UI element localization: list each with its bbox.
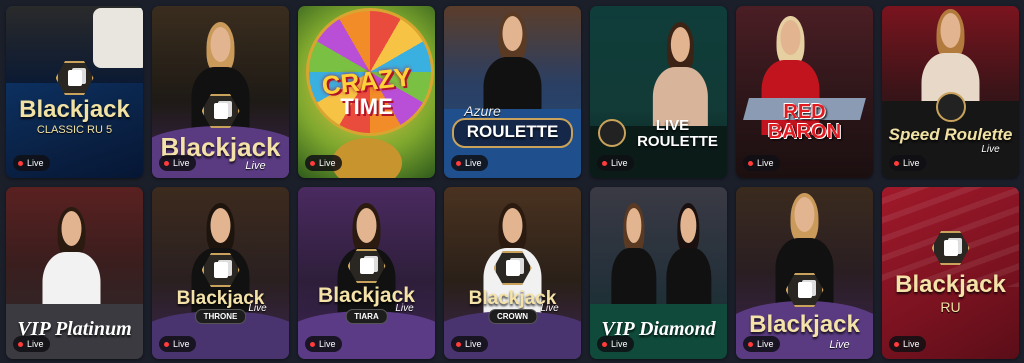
live-badge: Live <box>597 155 634 171</box>
game-title: RED <box>783 101 826 123</box>
tile-artwork <box>444 6 581 178</box>
game-tile-blackjack-live-2[interactable]: Blackjack Live Live <box>736 187 873 359</box>
game-tile-live-roulette[interactable]: LIVE ROULETTE Live <box>590 6 727 178</box>
game-tile-blackjack-crown[interactable]: Blackjack Live CROWN Live <box>444 187 581 359</box>
live-dot-icon <box>18 160 23 166</box>
game-title: Speed Roulette <box>888 125 1013 144</box>
live-badge: Live <box>159 336 196 352</box>
game-title: Blackjack <box>895 271 1006 298</box>
game-tile-blackjack-throne[interactable]: Blackjack Live THRONE Live <box>152 187 289 359</box>
live-badge: Live <box>451 336 488 352</box>
game-subtitle: Live <box>245 160 266 172</box>
game-tile-crazy-time[interactable]: CRAZY TIME Live <box>298 6 435 178</box>
live-badge: Live <box>889 336 926 352</box>
game-subtitle: BARON <box>767 121 842 143</box>
live-badge: Live <box>743 155 780 171</box>
live-dot-icon <box>748 341 753 347</box>
live-dot-icon <box>894 160 899 166</box>
game-subtitle: TIME <box>340 94 393 119</box>
game-tile-speed-roulette[interactable]: Speed Roulette Live Live <box>882 6 1019 178</box>
live-badge: Live <box>305 336 342 352</box>
live-dot-icon <box>164 160 169 166</box>
live-badge: Live <box>889 155 926 171</box>
live-dot-icon <box>748 160 753 166</box>
dealer-image <box>40 206 103 327</box>
live-dot-icon <box>602 341 607 347</box>
live-badge: Live <box>13 336 50 352</box>
game-subtitle: Azure <box>464 103 501 119</box>
game-tile-vip-platinum[interactable]: VIP Platinum Live <box>6 187 143 359</box>
game-grid: Blackjack CLASSIC RU 5 Live Blackjack Li… <box>6 6 1019 359</box>
live-badge: Live <box>13 155 50 171</box>
game-subtitle: RU <box>940 299 961 315</box>
game-subtitle: CLASSIC RU 5 <box>36 124 113 136</box>
live-badge: Live <box>743 336 780 352</box>
game-tile-blackjack-tiara[interactable]: Blackjack Live TIARA Live <box>298 187 435 359</box>
game-tile-blackjack-classic-ru-5[interactable]: Blackjack CLASSIC RU 5 Live <box>6 6 143 178</box>
game-title: Blackjack <box>749 311 860 338</box>
game-tile-red-baron[interactable]: RED BARON Live <box>736 6 873 178</box>
live-badge: Live <box>451 155 488 171</box>
game-tile-blackjack-ru[interactable]: Blackjack RU Live <box>882 187 1019 359</box>
game-subtitle: Live <box>829 339 850 351</box>
live-dot-icon <box>894 341 899 347</box>
table-name-badge: THRONE <box>194 309 247 324</box>
game-title: ROULETTE <box>466 122 559 141</box>
live-dot-icon <box>456 341 461 347</box>
table-name-badge: CROWN <box>487 309 538 324</box>
live-dot-icon <box>456 160 461 166</box>
roulette-wheel-icon <box>935 92 966 122</box>
dealer-image <box>609 203 658 323</box>
tile-artwork <box>590 6 727 178</box>
live-dot-icon <box>310 341 315 347</box>
game-title: LIVE <box>655 117 690 134</box>
game-tile-vip-diamond[interactable]: VIP Diamond Live <box>590 187 727 359</box>
live-dot-icon <box>602 160 607 166</box>
dealer-image <box>664 203 713 323</box>
game-title: Blackjack <box>19 96 130 123</box>
live-badge: Live <box>597 336 634 352</box>
live-dot-icon <box>310 160 315 166</box>
tile-artwork <box>736 6 873 178</box>
game-subtitle: ROULETTE <box>637 133 718 150</box>
game-tile-blackjack-live[interactable]: Blackjack Live Live <box>152 6 289 178</box>
live-badge: Live <box>159 155 196 171</box>
table-name-badge: TIARA <box>345 309 388 324</box>
game-subtitle: Live <box>981 144 1000 155</box>
live-dot-icon <box>18 341 23 347</box>
live-badge: Live <box>305 155 342 171</box>
live-dot-icon <box>164 341 169 347</box>
game-tile-azure-roulette[interactable]: Azure ROULETTE Live <box>444 6 581 178</box>
